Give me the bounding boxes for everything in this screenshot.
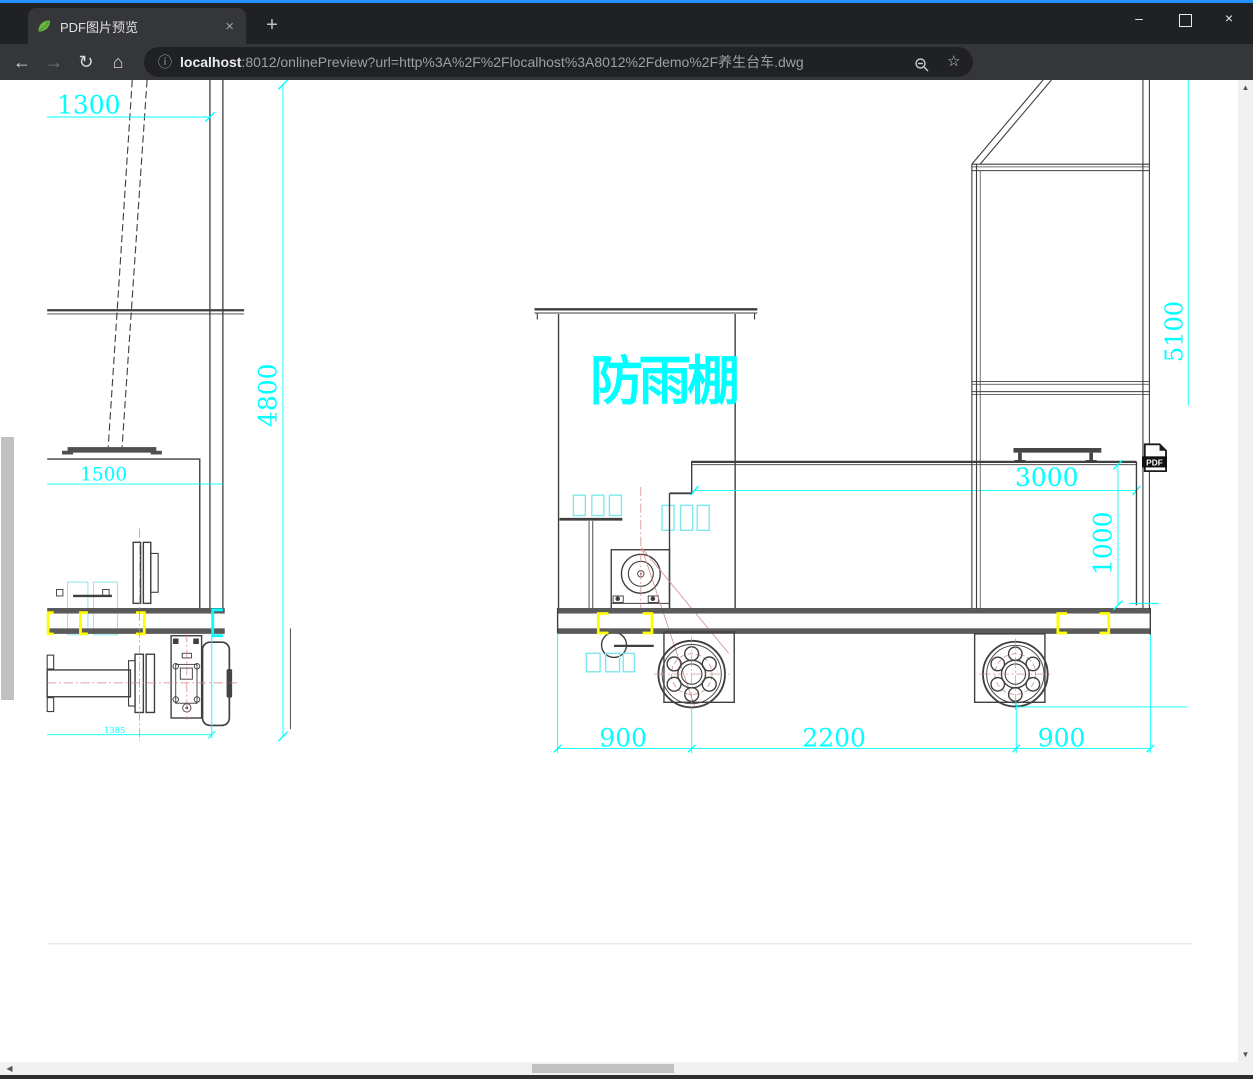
zoom-out-icon[interactable] — [914, 53, 930, 83]
window-bottom-border — [0, 1075, 1253, 1079]
url-host: localhost — [180, 54, 242, 70]
dim-1385-label: 1385 — [104, 725, 125, 735]
dim-1000-label: 1000 — [1088, 512, 1117, 576]
window-titlebar: PDF图片预览 × + – × — [0, 0, 1253, 44]
vertical-scroll-thumb[interactable] — [1, 437, 14, 700]
bookmark-star-icon[interactable]: ☆ — [947, 47, 960, 77]
window-close-button[interactable]: × — [1214, 10, 1244, 26]
site-info-icon[interactable]: ⓘ — [158, 47, 172, 77]
spring-leaf-favicon — [36, 18, 52, 34]
dim-5100-label: 5100 — [1161, 301, 1189, 362]
pdf-badge-label: PDF — [1146, 458, 1163, 468]
scroll-left-icon[interactable]: ◀ — [2, 1064, 17, 1073]
window-accent-border — [0, 0, 1253, 3]
dim-900-rear-label: 900 — [1038, 724, 1086, 753]
dim-4800-label: 4800 — [254, 364, 283, 428]
scroll-up-icon[interactable]: ▲ — [1238, 83, 1253, 92]
gantry-view: 1000 5100 — [971, 79, 1189, 611]
scroll-down-icon[interactable]: ▼ — [1238, 1050, 1253, 1059]
window-minimize-button[interactable]: – — [1124, 10, 1154, 26]
vertical-scrollbar[interactable]: ▲ ▼ — [1238, 80, 1253, 1062]
cad-drawing: 1300 1500 4800 1385 防雨棚 3000 900 2200 90… — [46, 79, 1192, 945]
dim-3000-label: 3000 — [1015, 463, 1079, 492]
rain-shelter-annotation: 防雨棚 — [590, 352, 740, 411]
dim-1500-label: 1500 — [80, 464, 127, 485]
url-path: :8012/onlinePreview?url=http%3A%2F%2Floc… — [241, 54, 804, 70]
forward-icon[interactable]: → — [40, 48, 68, 76]
reload-icon[interactable]: ↻ — [72, 48, 100, 76]
dim-900-front-label: 900 — [599, 724, 647, 753]
dim-1300-label: 1300 — [57, 90, 121, 119]
address-bar[interactable]: ⓘ localhost:8012/onlinePreview?url=http%… — [144, 47, 973, 77]
browser-toolbar: ← → ↻ ⌂ ⓘ localhost:8012/onlinePreview?u… — [0, 44, 1253, 118]
dim-2200-label: 2200 — [802, 724, 866, 753]
left-view: 1300 1500 4800 1385 — [46, 79, 291, 742]
home-icon[interactable]: ⌂ — [104, 48, 132, 76]
browser-tab[interactable]: PDF图片预览 × — [28, 8, 246, 44]
back-icon[interactable]: ← — [8, 48, 36, 76]
url-text: localhost:8012/onlinePreview?url=http%3A… — [180, 47, 880, 77]
horizontal-scrollbar[interactable]: ◀ — [0, 1062, 1253, 1075]
new-tab-button[interactable]: + — [258, 12, 286, 38]
preview-canvas: 1300 1500 4800 1385 防雨棚 3000 900 2200 90… — [0, 79, 1253, 1062]
window-maximize-button[interactable] — [1179, 14, 1192, 27]
horizontal-scroll-thumb[interactable] — [532, 1064, 674, 1073]
pdf-download-icon[interactable]: PDF — [1142, 443, 1167, 473]
tab-title: PDF图片预览 — [60, 19, 139, 35]
tab-close-icon[interactable]: × — [221, 19, 238, 34]
